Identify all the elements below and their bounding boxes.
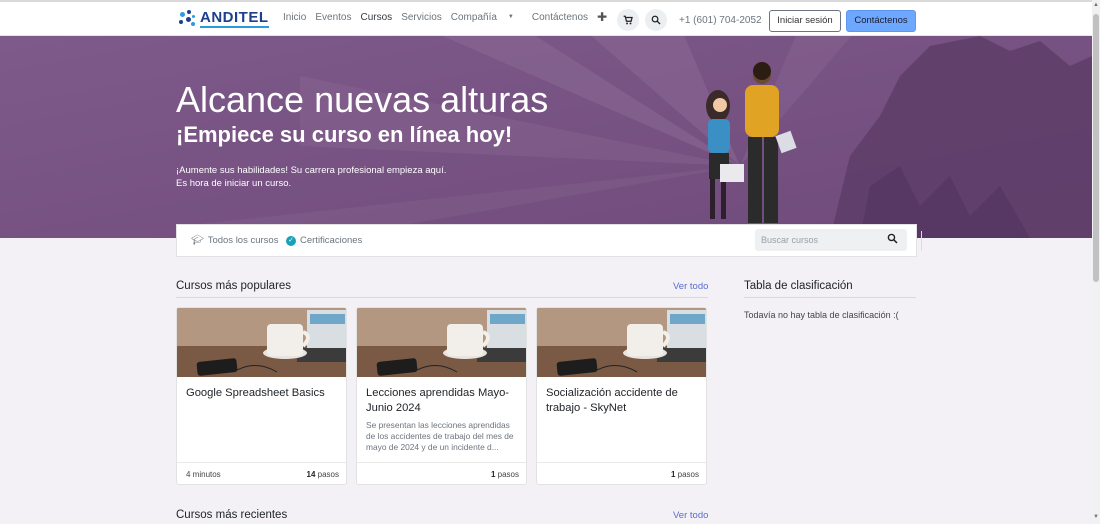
- course-footer: 1 pasos: [537, 462, 706, 484]
- course-steps: 1 pasos: [491, 470, 519, 479]
- course-title[interactable]: Socialización accidente de trabajo - Sky…: [546, 386, 698, 416]
- course-card[interactable]: Lecciones aprendidas Mayo-Junio 2024 Se …: [356, 307, 527, 485]
- nav-item-compania-label: Compañía: [450, 12, 497, 23]
- course-title[interactable]: Lecciones aprendidas Mayo-Junio 2024: [366, 386, 518, 416]
- course-duration: 4 minutos: [186, 470, 221, 479]
- course-card[interactable]: Google Spreadsheet Basics 4 minutos 14 p…: [176, 307, 347, 485]
- popular-courses-title: Cursos más populares: [176, 280, 292, 292]
- course-card[interactable]: Socialización accidente de trabajo - Sky…: [536, 307, 707, 485]
- login-button[interactable]: Iniciar sesión: [769, 10, 841, 32]
- course-steps: 1 pasos: [671, 470, 699, 479]
- course-steps-label: pasos: [497, 470, 519, 479]
- scroll-down-arrow-icon[interactable]: ▼: [1093, 514, 1099, 520]
- course-image: [537, 308, 706, 377]
- certificate-check-icon: ✓: [286, 235, 296, 246]
- course-steps-label: pasos: [677, 470, 699, 479]
- course-description: [546, 420, 698, 454]
- course-steps-label: pasos: [317, 470, 339, 479]
- nav-item-cursos[interactable]: Cursos: [361, 12, 393, 24]
- hero-subtitle: ¡Empiece su curso en línea hoy!: [176, 122, 513, 147]
- nav-item-inicio[interactable]: Inicio: [283, 12, 306, 24]
- course-search: [755, 229, 907, 251]
- nav-item-servicios[interactable]: Servicios: [401, 12, 442, 24]
- contact-button[interactable]: Contáctenos: [846, 10, 916, 32]
- course-steps: 14 pasos: [307, 470, 340, 479]
- search-button[interactable]: [645, 9, 667, 31]
- course-description: Se presentan las lecciones aprendidas de…: [366, 420, 514, 452]
- filter-divider: [921, 231, 922, 251]
- nav-item-contactenos[interactable]: Contáctenos: [532, 12, 588, 24]
- plus-icon[interactable]: ✚: [597, 10, 607, 24]
- filter-all-courses-label: Todos los cursos: [207, 235, 279, 246]
- scroll-up-arrow-icon[interactable]: ▲: [1093, 2, 1099, 8]
- scrollbar-thumb[interactable]: [1093, 14, 1099, 282]
- recent-courses-title: Cursos más recientes: [176, 509, 288, 521]
- brand-name: ANDITEL: [200, 9, 269, 28]
- course-search-input[interactable]: [755, 229, 875, 251]
- leaderboard-divider: [744, 297, 916, 298]
- logo-dots-icon: [178, 9, 198, 29]
- nav-item-compania-dropdown[interactable]: Compañía ▼: [451, 12, 523, 24]
- filter-certifications[interactable]: ✓ Certificaciones: [286, 235, 362, 246]
- hero-banner: Alcance nuevas alturas ¡Empiece su curso…: [0, 36, 1092, 238]
- hero-description-line1: ¡Aumente sus habilidades! Su carrera pro…: [176, 165, 447, 176]
- leaderboard-empty-message: Todavía no hay tabla de clasificación :(: [744, 310, 899, 320]
- main-nav: Inicio Eventos Cursos Servicios Compañía…: [283, 10, 616, 24]
- course-steps-count: 1: [490, 470, 496, 479]
- filter-all-courses[interactable]: 🎓︎ Todos los cursos: [191, 235, 278, 246]
- hero-background-rays: [0, 36, 1092, 238]
- caret-down-icon: ▼: [507, 14, 514, 21]
- brand-logo[interactable]: ANDITEL: [178, 7, 269, 31]
- cart-button[interactable]: [617, 9, 639, 31]
- course-footer: 1 pasos: [357, 462, 526, 484]
- course-steps-count: 1: [670, 470, 676, 479]
- popular-view-all-link[interactable]: Ver todo: [673, 281, 708, 292]
- graduation-cap-icon: 🎓︎: [191, 235, 204, 246]
- course-image: [177, 308, 346, 377]
- search-icon: [651, 15, 661, 25]
- recent-view-all-link[interactable]: Ver todo: [673, 510, 708, 521]
- popular-divider: [176, 297, 708, 298]
- nav-item-eventos[interactable]: Eventos: [315, 12, 351, 24]
- cart-icon: [623, 15, 633, 25]
- course-image: [357, 308, 526, 377]
- page-scrollbar[interactable]: ▲ ▼: [1092, 0, 1100, 524]
- course-title[interactable]: Google Spreadsheet Basics: [186, 386, 338, 401]
- course-description: [186, 420, 338, 454]
- phone-link[interactable]: +1 (601) 704-2052: [679, 15, 762, 26]
- hero-description-line2: Es hora de iniciar un curso.: [176, 178, 292, 189]
- hero-description: ¡Aumente sus habilidades! Su carrera pro…: [176, 164, 446, 190]
- course-footer: 4 minutos 14 pasos: [177, 462, 346, 484]
- leaderboard-title: Tabla de clasificación: [744, 280, 853, 292]
- hero-title: Alcance nuevas alturas: [176, 79, 549, 120]
- filter-certifications-label: Certificaciones: [300, 235, 363, 246]
- course-steps-count: 14: [306, 470, 316, 479]
- search-icon[interactable]: [887, 233, 898, 244]
- top-navbar: ANDITEL Inicio Eventos Cursos Servicios …: [0, 0, 1092, 36]
